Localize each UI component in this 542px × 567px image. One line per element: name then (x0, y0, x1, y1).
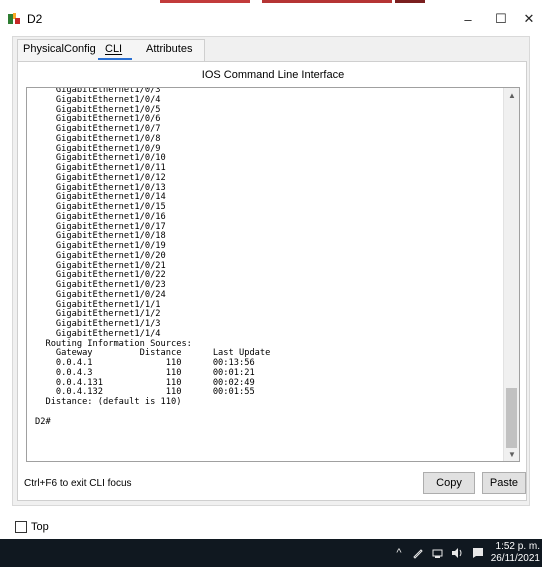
terminal-output: GigabitEthernet1/0/3 GigabitEthernet1/0/… (35, 88, 499, 427)
tab-physical[interactable]: Physical (23, 43, 64, 55)
strip-segment (262, 0, 392, 3)
cli-heading: IOS Command Line Interface (201, 69, 345, 81)
network-icon[interactable] (430, 539, 446, 567)
tab-cli[interactable]: CLI (105, 43, 122, 55)
scroll-down-arrow-icon[interactable]: ▼ (504, 447, 519, 461)
title-bar: D2 – ☐ ✕ (0, 4, 542, 34)
close-button[interactable]: ✕ (516, 8, 542, 30)
show-hidden-icons-chevron-icon[interactable]: ^ (392, 539, 406, 567)
tab-bar: Physical Config CLI Attributes (13, 37, 531, 62)
terminal-line: Distance: (default is 110) (35, 397, 182, 407)
strip-segment (395, 0, 425, 3)
tab-attributes[interactable]: Attributes (146, 43, 192, 55)
packet-tracer-device-icon (8, 13, 20, 24)
top-checkbox-row[interactable]: Top (15, 521, 49, 533)
cli-focus-hint: Ctrl+F6 to exit CLI focus (24, 478, 132, 489)
window-title: D2 (27, 12, 43, 26)
minimize-button[interactable]: – (453, 8, 483, 30)
notifications-icon[interactable] (470, 539, 486, 567)
paste-button[interactable]: Paste (482, 472, 526, 494)
clock-date: 26/11/2021 (490, 553, 540, 564)
tab-config[interactable]: Config (64, 43, 96, 55)
terminal-scrollbar[interactable]: ▲ ▼ (503, 88, 519, 461)
device-window-client: Physical Config CLI Attributes IOS Comma… (12, 36, 531, 533)
strip-segment (160, 0, 250, 3)
terminal-line: D2# (35, 416, 51, 427)
windows-taskbar: ^ 1:52 p. m. 26/11/2021 (0, 539, 542, 567)
cli-panel: IOS Command Line Interface GigabitEthern… (17, 61, 527, 501)
top-checkbox[interactable] (15, 521, 27, 533)
taskbar-clock[interactable]: 1:52 p. m. 26/11/2021 (491, 541, 540, 565)
maximize-button[interactable]: ☐ (486, 8, 516, 30)
volume-icon[interactable] (449, 539, 465, 567)
top-checkbox-label: Top (31, 521, 49, 533)
clock-time: 1:52 p. m. (495, 541, 540, 552)
copy-button[interactable]: Copy (423, 472, 475, 494)
active-tab-indicator (98, 58, 132, 60)
scroll-up-arrow-icon[interactable]: ▲ (504, 88, 519, 102)
scroll-thumb[interactable] (506, 388, 517, 448)
cli-terminal[interactable]: GigabitEthernet1/0/3 GigabitEthernet1/0/… (26, 87, 520, 462)
pen-workspace-icon[interactable] (410, 539, 426, 567)
